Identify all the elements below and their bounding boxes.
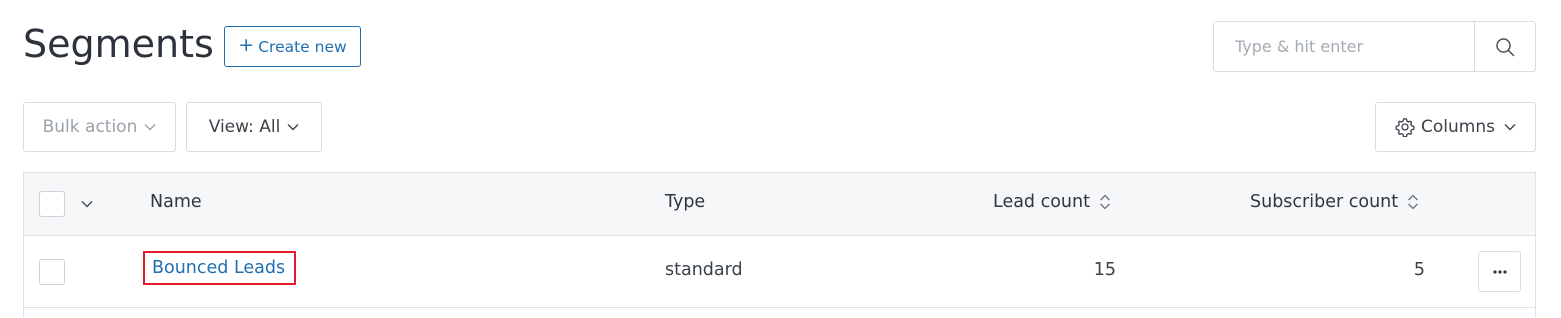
search-input[interactable]: [1214, 22, 1474, 71]
row-actions-button[interactable]: [1478, 251, 1521, 292]
page-title: Segments: [23, 22, 214, 66]
chevron-down-icon: [144, 124, 156, 131]
create-new-label: Create new: [258, 37, 347, 56]
view-filter-dropdown[interactable]: View: All: [186, 102, 322, 152]
columns-dropdown[interactable]: Columns: [1375, 102, 1536, 152]
row-checkbox[interactable]: [39, 259, 65, 285]
select-all-checkbox[interactable]: [39, 191, 65, 217]
column-label: Subscriber count: [1250, 192, 1399, 212]
create-new-button[interactable]: + Create new: [224, 26, 361, 67]
bulk-action-dropdown[interactable]: Bulk action: [23, 102, 176, 152]
subscriber-count: 5: [1413, 260, 1425, 280]
bulk-action-label: Bulk action: [42, 117, 138, 137]
chevron-down-icon: [287, 124, 299, 131]
sort-icon[interactable]: [1407, 193, 1419, 211]
more-horizontal-icon: [1492, 269, 1507, 274]
column-label: Name: [150, 192, 202, 212]
column-label: Type: [665, 192, 706, 212]
table-row: Bounced Leads standard 15 5: [24, 236, 1535, 308]
segments-table: Name Type Lead count Subscriber count Bo…: [23, 172, 1536, 318]
column-header-type[interactable]: Type: [665, 192, 705, 212]
segment-name-link[interactable]: Bounced Leads: [152, 258, 285, 278]
gear-icon: [1395, 118, 1415, 137]
column-header-subscriber-count[interactable]: Subscriber count: [1250, 192, 1419, 212]
sort-icon[interactable]: [1099, 193, 1111, 211]
chevron-down-icon[interactable]: [80, 199, 94, 209]
search-icon: [1496, 37, 1515, 56]
columns-label: Columns: [1421, 117, 1495, 137]
search-box: [1213, 21, 1536, 72]
segment-type: standard: [665, 260, 743, 280]
highlight-box: Bounced Leads: [143, 251, 297, 285]
column-label: Lead count: [993, 192, 1090, 212]
lead-count: 15: [1093, 260, 1116, 280]
search-button[interactable]: [1474, 22, 1535, 71]
chevron-down-icon: [1504, 124, 1516, 131]
column-header-name[interactable]: Name: [150, 192, 202, 212]
table-header: Name Type Lead count Subscriber count: [24, 173, 1535, 236]
view-filter-label: View: All: [208, 117, 281, 137]
column-header-lead-count[interactable]: Lead count: [993, 192, 1111, 212]
plus-icon: +: [238, 34, 255, 56]
